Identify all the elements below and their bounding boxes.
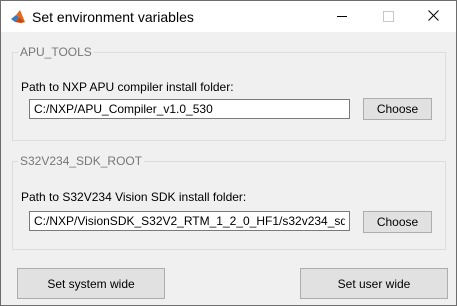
sdk-root-group-title: S32V234_SDK_ROOT [18,154,145,168]
vision-sdk-path-label: Path to S32V234 Vision SDK install folde… [21,190,247,204]
window-title: Set environment variables [32,9,194,25]
apu-compiler-path-label: Path to NXP APU compiler install folder: [21,80,234,94]
close-button[interactable] [410,1,456,32]
apu-compiler-path-input[interactable] [29,99,350,119]
set-user-wide-button[interactable]: Set user wide [300,268,448,299]
sdk-root-group: S32V234_SDK_ROOT [12,154,446,250]
maximize-button[interactable] [365,1,411,32]
dialog-window: Set environment variables APU_TOOLS Path… [0,0,457,306]
minimize-button[interactable] [319,1,365,32]
sdk-choose-button[interactable]: Choose [363,211,432,233]
set-system-wide-button[interactable]: Set system wide [17,268,165,299]
apu-tools-group-title: APU_TOOLS [18,45,94,59]
matlab-membrane-icon [10,9,26,25]
title-bar[interactable]: Set environment variables [1,1,456,32]
close-icon [427,9,439,24]
maximize-icon [382,11,394,22]
vision-sdk-path-input[interactable] [29,211,350,231]
apu-tools-group: APU_TOOLS [12,45,446,141]
apu-choose-button[interactable]: Choose [363,98,432,120]
minimize-icon [337,16,347,17]
